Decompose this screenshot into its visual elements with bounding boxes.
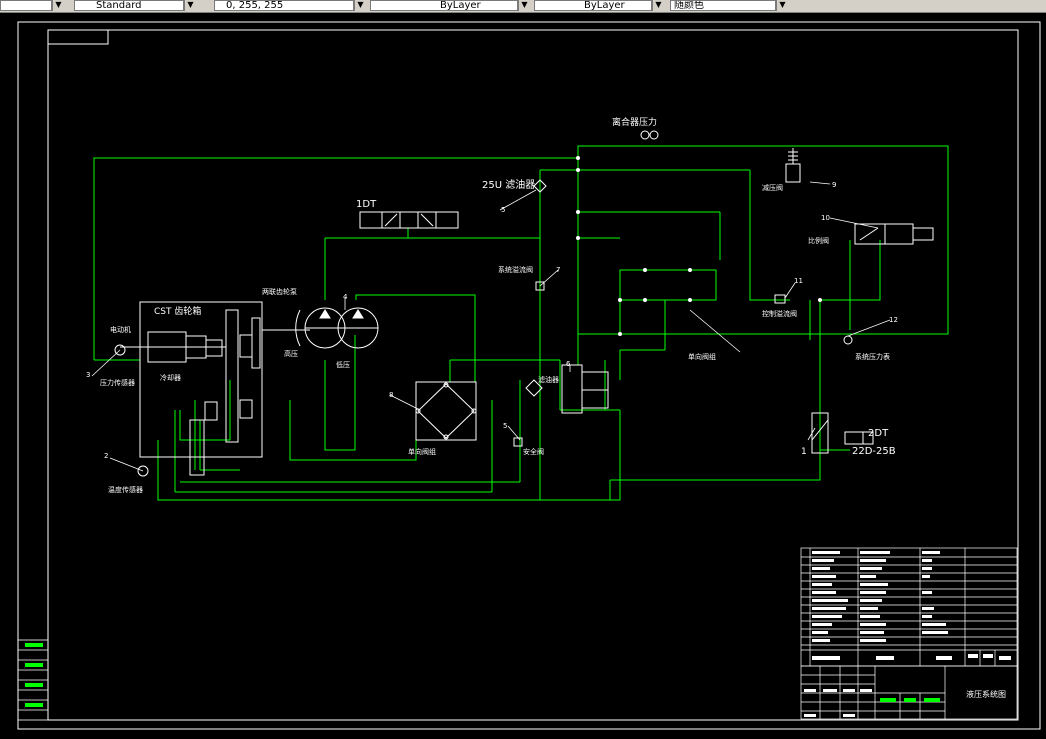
check-group-right-label: 单向阀组	[688, 352, 716, 361]
drawing-canvas[interactable]: 离合器压力 25U 滤油器 1DT CST 齿轮箱 两联齿轮泵 高压 低压 系统…	[0, 12, 1046, 739]
control-overflow-label: 控制溢流阀	[762, 309, 797, 318]
callout-11: 11	[794, 277, 803, 285]
lineweight-dropdown[interactable]: ByLayer	[534, 0, 652, 11]
callout-7: 7	[556, 266, 560, 274]
dual-pump-label: 两联齿轮泵	[262, 287, 297, 296]
callout-10: 10	[821, 214, 830, 222]
textstyle-dropdown[interactable]: Standard	[74, 0, 184, 11]
system-overflow-label: 系统溢流阀	[498, 265, 533, 274]
parts-table-glyphs	[812, 551, 1011, 660]
filter-25u-label: 25U 滤油器	[482, 178, 535, 191]
callout-4: 4	[343, 293, 348, 301]
color-value: 0, 255, 255	[226, 0, 284, 11]
hydraulic-lines	[93, 145, 949, 501]
callout-8: 8	[389, 391, 393, 399]
chevron-down-icon[interactable]: ▼	[652, 0, 664, 11]
high-pressure-label: 高压	[284, 349, 298, 358]
callout-5b: 5	[503, 422, 507, 430]
junction-dots	[576, 156, 822, 336]
valve-model-label: 22D-25B	[852, 446, 896, 457]
solenoid-1dt-label: 1DT	[356, 199, 377, 210]
solenoid-2dt-label: 2DT	[868, 428, 889, 439]
proportional-valve-label: 比例阀	[808, 236, 829, 245]
cooler-label: 冷却器	[160, 373, 181, 382]
plotstyle-dropdown[interactable]: 随颜色	[670, 0, 776, 11]
leader-lines	[91, 181, 891, 472]
linetype-dropdown[interactable]: ByLayer	[370, 0, 518, 11]
clutch-pressure-title: 离合器压力	[612, 116, 657, 128]
chevron-down-icon[interactable]: ▼	[776, 0, 788, 11]
motor-label: 电动机	[110, 325, 131, 334]
callout-3: 3	[86, 371, 90, 379]
callout-1: 1	[801, 447, 807, 457]
relief-valve	[785, 148, 801, 183]
chevron-down-icon[interactable]: ▼	[354, 0, 366, 11]
filter-small-label: 滤油器	[538, 375, 559, 384]
callout-9: 9	[832, 181, 836, 189]
check-group-mid-label: 单向阀组	[408, 447, 436, 456]
system-gauge-label: 系统压力表	[855, 352, 890, 361]
drawing-title: 液压系统图	[966, 689, 1006, 699]
reducing-valve-label: 减压阀	[762, 183, 783, 192]
lineweight-value: ByLayer	[584, 0, 625, 11]
cst-label: CST 齿轮箱	[154, 305, 201, 317]
plotstyle-value: 随颜色	[674, 0, 704, 11]
callout-6: 6	[566, 360, 571, 368]
chevron-down-icon[interactable]: ▼	[52, 0, 64, 11]
reducing-valve	[561, 364, 609, 414]
callout-2: 2	[104, 452, 108, 460]
solenoid-valve-1dt	[359, 211, 459, 229]
proportional-valve	[854, 223, 934, 245]
linetype-value: ByLayer	[440, 0, 481, 11]
layer-dropdown[interactable]	[0, 0, 52, 11]
left-margin-block	[17, 639, 49, 721]
check-valve-bridge	[415, 381, 477, 441]
callout-5: 5	[501, 206, 505, 214]
chevron-down-icon[interactable]: ▼	[518, 0, 530, 11]
low-pressure-label: 低压	[336, 360, 350, 369]
pressure-sensor-label: 压力传感器	[100, 378, 135, 387]
cst-gearbox	[120, 301, 310, 476]
chevron-down-icon[interactable]: ▼	[184, 0, 196, 11]
dual-gear-pump	[295, 307, 379, 349]
corner-box	[47, 29, 109, 45]
temp-sensor-label: 温度传感器	[108, 485, 143, 494]
textstyle-value: Standard	[96, 0, 142, 11]
color-dropdown[interactable]: 0, 255, 255	[214, 0, 354, 11]
callout-12: 12	[889, 316, 898, 324]
safety-valve-label: 安全阀	[523, 447, 544, 456]
